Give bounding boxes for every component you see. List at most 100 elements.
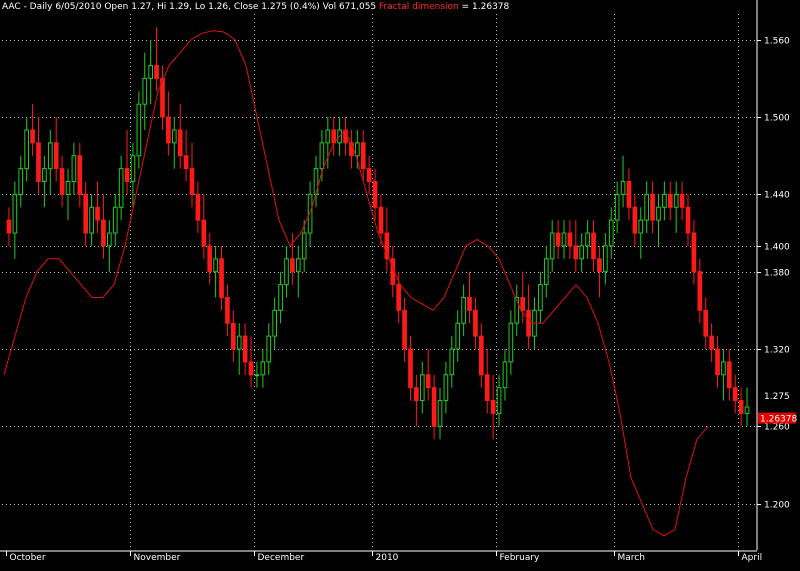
candle-body [414,387,419,402]
candle-body [490,400,496,414]
candle-body [366,168,372,183]
last-price-label: 1.275 [764,392,790,402]
candle-body [301,232,307,260]
candle-body [83,193,89,234]
candle-body [136,103,142,157]
candle-body [183,155,189,170]
candle-body [656,206,661,221]
candle-body [12,193,18,234]
candle-body [744,406,750,414]
price-tick-label: 1.500 [764,114,790,124]
candle-body [378,206,384,234]
month-label: December [258,553,305,563]
indicator-badge-label: 1.26378 [760,415,797,425]
candle-body [437,400,443,427]
candle-body [42,168,47,183]
candle-body [608,219,614,247]
candle-body [124,168,130,183]
candle-body [467,296,472,311]
candle-body [207,245,213,273]
candle-body [53,142,59,170]
candle-body [130,155,136,183]
candle-body [679,193,685,208]
candle-body [360,142,366,170]
candle-body [295,258,301,273]
candle-body [59,168,65,195]
candle-body [461,296,466,324]
candle-body [95,206,100,221]
candle-body [101,219,106,247]
candle-body [148,65,153,79]
candle-body [166,116,171,144]
candle-body [260,361,266,376]
month-label: October [10,553,46,563]
candle-body [431,387,437,427]
candle-body [603,245,608,273]
price-tick-label: 1.400 [764,243,790,253]
candle-body [526,309,531,337]
candle-body [567,232,573,247]
candle-body [715,348,720,376]
candle-body [372,181,378,208]
month-label: November [134,553,181,563]
candle-body [65,181,71,195]
candle-body [219,258,224,298]
candle-body [673,193,679,208]
candle-body [520,296,525,311]
candle-body [549,232,555,260]
candle-body [408,348,413,389]
candle-body [555,232,561,247]
candle-body [620,181,626,195]
fractal-dimension-line [3,30,709,537]
candle-body [355,142,360,157]
candle-body [71,155,77,183]
grid-lines [2,14,756,550]
candle-body [30,129,35,144]
month-label: 2010 [376,553,399,563]
price-tick-label: 1.440 [764,191,790,201]
price-tick-label: 1.200 [764,501,790,511]
candle-body [118,168,124,208]
candle-body [290,258,295,273]
candle-body [266,335,272,363]
candle-body [443,374,449,402]
candle-body [231,322,236,350]
candle-body [284,258,289,286]
candle-body [721,361,726,376]
candle-body [142,77,148,105]
candle-body [225,296,230,324]
time-axis: October November December 2010 February March… [0,550,763,563]
candle-body [685,206,691,234]
candle-body [479,335,484,376]
candle-body [425,374,431,389]
candle-body [18,168,24,195]
candle-body [325,129,331,144]
candle-body [402,309,407,350]
candle-body [543,258,549,286]
candle-body [502,361,508,389]
candle-body [154,65,159,79]
candle-body [24,129,29,170]
candle-body [573,245,579,260]
price-tick-label: 1.560 [764,37,790,47]
price-tick-label: 1.320 [764,346,790,356]
candle-body [697,271,703,311]
price-chart[interactable]: 1.5601.5001.4401.4001.3801.3201.2601.200… [0,0,800,571]
month-label: April [742,553,763,563]
candle-body [473,309,478,337]
candle-body [254,374,260,377]
candle-body [538,284,543,311]
candle-body [732,387,738,402]
candle-body [585,232,590,247]
candle-body [36,142,41,183]
candle-body [89,206,94,234]
candle-body [626,181,632,208]
candle-body [484,374,490,402]
candle-body [508,322,514,363]
candle-body [6,219,12,234]
candle-body [703,309,709,337]
candle-body [579,245,585,260]
candle-body [248,361,254,376]
candle-body [597,258,602,273]
candle-body [455,322,461,350]
